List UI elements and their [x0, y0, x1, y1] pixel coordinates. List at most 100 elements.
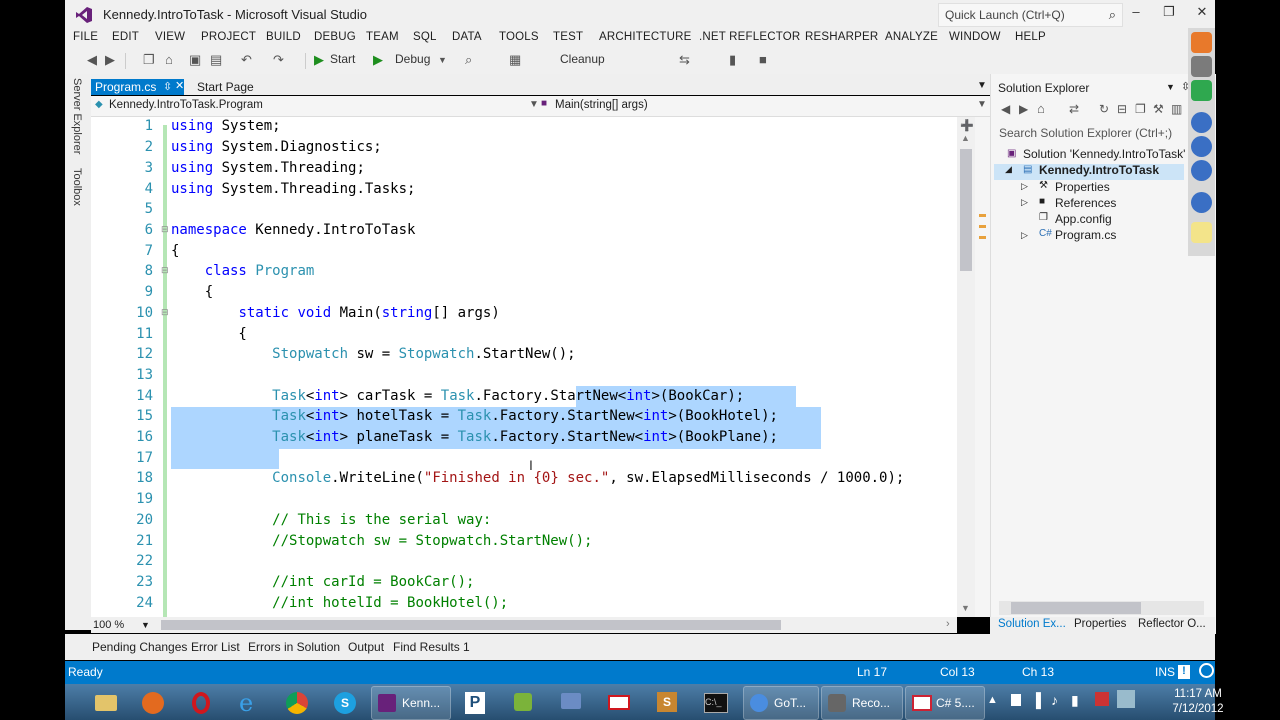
back-gadget-icon[interactable] [1191, 32, 1212, 53]
back-icon[interactable]: ◀ [87, 52, 97, 68]
tab-pending-changes[interactable]: Pending Changes [92, 640, 187, 654]
menu-analyze[interactable]: ANALYZE [885, 31, 938, 43]
tab-start-page[interactable]: Start Page [197, 80, 254, 94]
screen-gadget-icon[interactable] [1191, 80, 1212, 101]
scrollbar-thumb[interactable] [1011, 602, 1141, 614]
start-button[interactable]: Start [330, 52, 355, 66]
forward-icon[interactable]: ▶ [105, 52, 115, 68]
tree-item-program-cs[interactable]: Program.cs [1055, 228, 1116, 242]
horizontal-scrollbar-thumb[interactable] [161, 620, 781, 630]
cleanup-button[interactable]: Cleanup [560, 52, 605, 66]
properties-icon[interactable]: ⚒ [1153, 102, 1164, 116]
command-prompt-taskbar-icon[interactable]: C:\_ [693, 686, 737, 718]
show-all-files-icon[interactable]: ❐ [1135, 102, 1146, 116]
app-taskbar-icon[interactable] [501, 686, 545, 718]
back-icon[interactable]: ◀ [1001, 102, 1010, 116]
notification-icon[interactable]: ! [1178, 665, 1190, 679]
horizontal-scrollbar[interactable] [999, 601, 1204, 615]
navigate-icon[interactable]: ⇆ [679, 52, 690, 68]
menu-debug[interactable]: DEBUG [314, 31, 356, 43]
pin-icon[interactable]: ⇳ [163, 80, 172, 93]
scrollbar-thumb[interactable] [960, 149, 972, 271]
chevron-down-icon[interactable]: ▼ [529, 99, 539, 110]
tab-properties[interactable]: Properties [1074, 618, 1126, 630]
recorder-taskbar-button[interactable]: Reco... [821, 686, 903, 720]
tab-find-results[interactable]: Find Results 1 [393, 640, 470, 654]
menu-window[interactable]: WINDOW [949, 31, 1001, 43]
pen-gadget-icon[interactable] [1191, 192, 1212, 213]
network-taskbar-icon[interactable] [549, 686, 593, 718]
tree-solution[interactable]: Solution 'Kennedy.IntroToTask' [1023, 147, 1185, 161]
preview-icon[interactable]: ▥ [1171, 102, 1182, 116]
menu-sql[interactable]: SQL [413, 31, 437, 43]
volume-icon[interactable]: ♪ [1051, 692, 1058, 708]
explorer-taskbar-icon[interactable] [83, 686, 127, 718]
maximize-button[interactable]: ❐ [1158, 4, 1180, 22]
bookmark-prev-icon[interactable]: ■ [759, 52, 767, 67]
collapsed-icon[interactable]: ▷ [1021, 181, 1028, 192]
menu-test[interactable]: TEST [553, 31, 583, 43]
collapse-icon[interactable]: ⊟ [161, 224, 169, 235]
menu-build[interactable]: BUILD [266, 31, 301, 43]
chevron-down-icon[interactable]: ▼ [1166, 82, 1175, 92]
tab-output[interactable]: Output [348, 640, 384, 654]
new-project-icon[interactable]: ❐ [143, 52, 155, 68]
warning-marker[interactable] [979, 236, 986, 239]
solution-search-input[interactable]: Search Solution Explorer (Ctrl+;) [995, 124, 1212, 142]
tab-solution-explorer[interactable]: Solution Ex... [998, 618, 1066, 630]
scroll-right-icon[interactable]: › [946, 618, 950, 630]
save-all-icon[interactable]: ▤ [210, 52, 222, 68]
quick-launch-input[interactable]: Quick Launch (Ctrl+Q) ⌕ [938, 3, 1123, 27]
tray-app-icon[interactable] [1095, 692, 1109, 706]
vertical-scrollbar[interactable]: ➕ ▲ ▼ [957, 117, 975, 617]
record-icon[interactable] [1199, 663, 1214, 678]
hand-gadget-icon[interactable] [1191, 222, 1212, 243]
refresh-icon[interactable]: ↻ [1099, 102, 1109, 116]
chrome-taskbar-icon[interactable] [275, 686, 319, 718]
gmail-taskbar-icon[interactable] [597, 686, 641, 718]
server-explorer-tab[interactable]: Server Explorer [71, 78, 83, 154]
firefox-taskbar-icon[interactable] [131, 686, 175, 718]
tab-error-list[interactable]: Error List [191, 640, 240, 654]
save-icon[interactable]: ▣ [189, 52, 201, 68]
close-icon[interactable]: ✕ [175, 79, 184, 92]
chevron-down-icon[interactable]: ▼ [141, 620, 150, 630]
collapse-icon[interactable]: ⊟ [161, 307, 169, 318]
menu-help[interactable]: HELP [1015, 31, 1046, 43]
menu-tools[interactable]: TOOLS [499, 31, 539, 43]
menu-view[interactable]: VIEW [155, 31, 185, 43]
redo-icon[interactable]: ↷ [273, 52, 284, 68]
tray-app-icon[interactable] [1117, 690, 1135, 708]
visual-studio-taskbar-button[interactable]: Kenn... [371, 686, 451, 720]
tree-project[interactable]: Kennedy.IntroToTask [1039, 163, 1159, 177]
collapsed-icon[interactable]: ▷ [1021, 230, 1028, 241]
menu-resharper[interactable]: RESHARPER [805, 31, 878, 43]
config-dropdown[interactable]: Debug [395, 52, 430, 66]
home-icon[interactable]: ⌂ [1037, 101, 1045, 116]
menu-file[interactable]: FILE [73, 31, 98, 43]
skype-taskbar-icon[interactable]: S [323, 686, 367, 718]
minimize-button[interactable]: – [1125, 4, 1147, 22]
zoom-gadget-icon[interactable] [1191, 160, 1212, 181]
scroll-down-icon[interactable]: ▼ [961, 603, 970, 613]
collapsed-icon[interactable]: ▷ [1021, 197, 1028, 208]
pause-gadget-icon[interactable] [1191, 112, 1212, 133]
tree-item-properties[interactable]: Properties [1055, 180, 1110, 194]
code-editor[interactable]: 1 2 3 4 5 6 7 8 9 10 11 12 13 14 15 16 1… [91, 117, 957, 617]
warning-marker[interactable] [979, 214, 986, 217]
network-status-icon[interactable]: ▐ [1031, 692, 1041, 708]
gotomeeting-taskbar-button[interactable]: GoT... [743, 686, 819, 720]
tree-item-references[interactable]: References [1055, 196, 1116, 210]
collapse-all-icon[interactable]: ⊟ [1117, 102, 1127, 116]
sync-icon[interactable]: ⇄ [1069, 102, 1079, 116]
menu-architecture[interactable]: ARCHITECTURE [599, 31, 692, 43]
format-icon[interactable]: ▦ [509, 52, 521, 68]
bookmark-icon[interactable]: ▮ [729, 52, 736, 68]
scroll-up-icon[interactable]: ▲ [961, 133, 970, 143]
start-icon[interactable]: ▶ [314, 52, 324, 68]
menu-project[interactable]: PROJECT [201, 31, 256, 43]
undo-icon[interactable]: ↶ [241, 52, 252, 68]
find-icon[interactable]: ⌕ [465, 52, 472, 68]
menu-team[interactable]: TEAM [366, 31, 399, 43]
menu-data[interactable]: DATA [452, 31, 482, 43]
